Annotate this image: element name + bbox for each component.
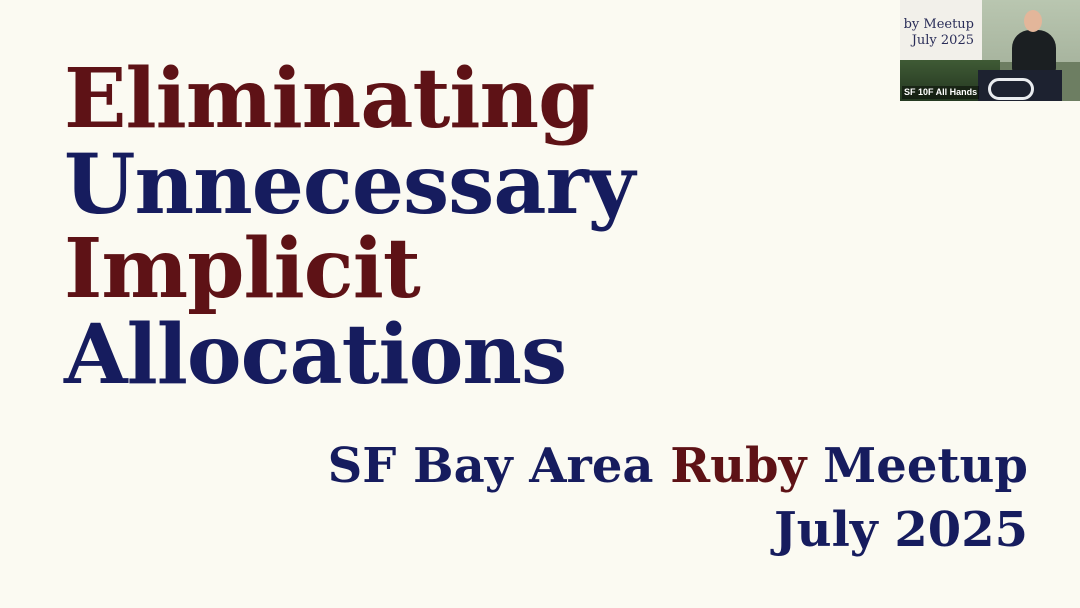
speaker-head [1024, 10, 1042, 32]
event-name-part-3: Meetup [806, 438, 1028, 494]
screen-text-line-2: July 2025 [911, 33, 974, 48]
video-room-label: SF 10F All Hands [902, 86, 980, 99]
event-date: July 2025 [773, 502, 1028, 558]
title-line-3: Implicit [64, 221, 421, 317]
screen-text-line-1: by Meetup [903, 17, 974, 32]
title-line-1: Eliminating [64, 51, 595, 147]
event-name-part-1: SF Bay Area [327, 438, 671, 494]
speaker-video-thumbnail[interactable]: by Meetup July 2025 SF 10F All Hands [900, 0, 1080, 101]
title-line-4: Allocations [64, 307, 567, 403]
event-name-ruby: Ruby [670, 438, 807, 494]
projected-screen: by Meetup July 2025 [900, 0, 982, 62]
title-line-2: Unnecessary [64, 137, 635, 233]
event-name: SF Bay Area Ruby Meetup [328, 442, 1028, 490]
speaker-body [1012, 30, 1056, 74]
podium-logo-icon [988, 78, 1034, 100]
